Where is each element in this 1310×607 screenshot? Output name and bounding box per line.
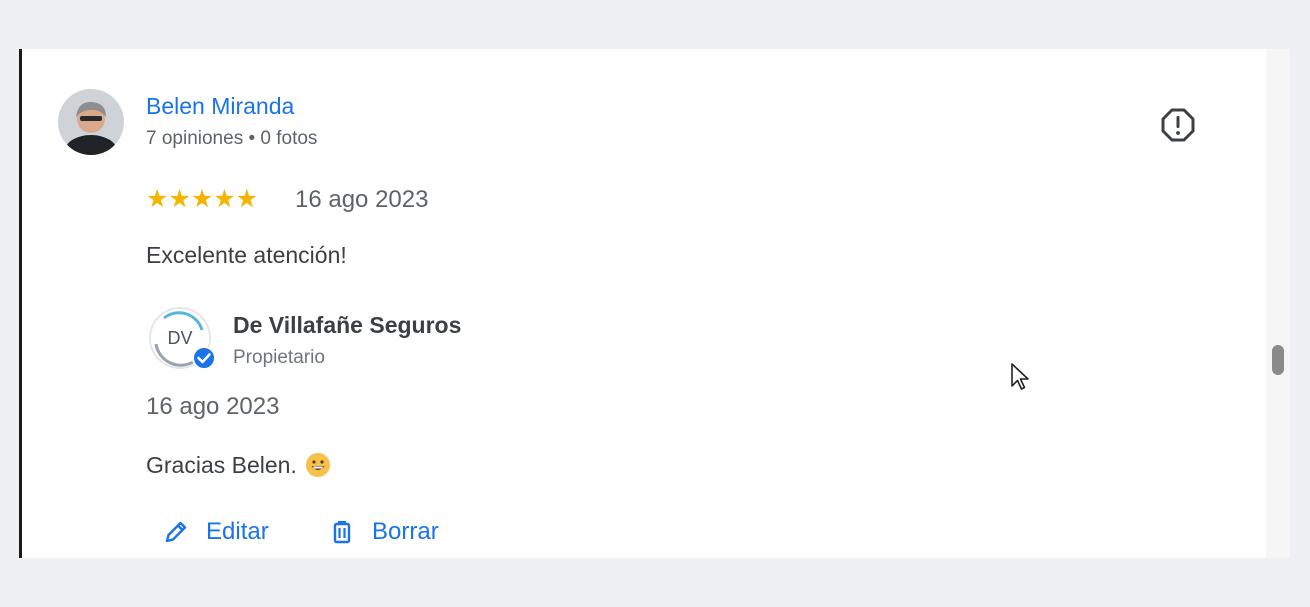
review-card: Belen Miranda 7 opiniones • 0 fotos ★★★★… (19, 49, 1290, 558)
reviewer-stats: 7 opiniones • 0 fotos (146, 128, 318, 149)
verified-badge-icon (192, 346, 216, 370)
reply-text: Gracias Belen. (146, 452, 297, 478)
scrollbar-thumb[interactable] (1272, 345, 1284, 375)
reply-date: 16 ago 2023 (146, 393, 280, 420)
review-text: Excelente atención! (146, 242, 347, 268)
owner-logo-image: DV (149, 307, 216, 370)
grinning-face-emoji-icon (305, 453, 330, 477)
pencil-icon (165, 521, 187, 543)
edit-button[interactable]: Editar (162, 515, 269, 549)
scrollbar[interactable] (1266, 49, 1290, 558)
delete-button[interactable]: Borrar (328, 515, 439, 549)
review-date: 16 ago 2023 (295, 186, 429, 213)
report-button[interactable] (1160, 107, 1196, 143)
reviewer-name[interactable]: Belen Miranda (146, 93, 294, 120)
owner-logo: DV (146, 304, 216, 374)
report-icon (1161, 108, 1195, 142)
edit-label: Editar (206, 518, 269, 545)
mouse-pointer-icon (1011, 363, 1029, 390)
owner-logo-text: DV (167, 328, 192, 348)
trash-icon (333, 521, 351, 544)
owner-role: Propietario (233, 347, 325, 368)
reply-text-row: Gracias Belen. (146, 452, 331, 479)
reviewer-avatar[interactable] (58, 89, 124, 155)
avatar-image (58, 89, 124, 155)
star-rating: ★★★★★ (146, 185, 259, 213)
delete-label: Borrar (372, 518, 439, 545)
owner-name: De Villafañe Seguros (233, 312, 462, 338)
